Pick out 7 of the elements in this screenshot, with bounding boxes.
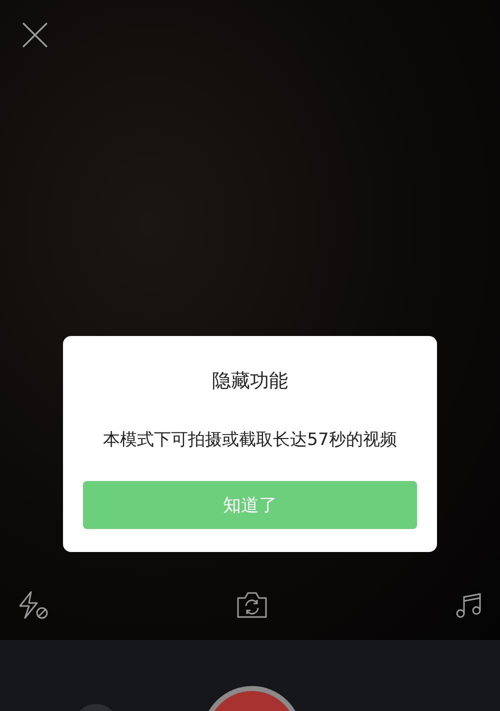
music-note-icon[interactable] xyxy=(455,591,483,619)
close-icon[interactable] xyxy=(22,22,48,48)
confirm-button[interactable]: 知道了 xyxy=(83,481,417,529)
dialog-title: 隐藏功能 xyxy=(212,369,288,394)
flash-off-icon[interactable] xyxy=(17,590,49,620)
camera-switch-icon[interactable] xyxy=(236,591,268,619)
dialog-message: 本模式下可拍摄或截取长达57秒的视频 xyxy=(103,429,397,451)
